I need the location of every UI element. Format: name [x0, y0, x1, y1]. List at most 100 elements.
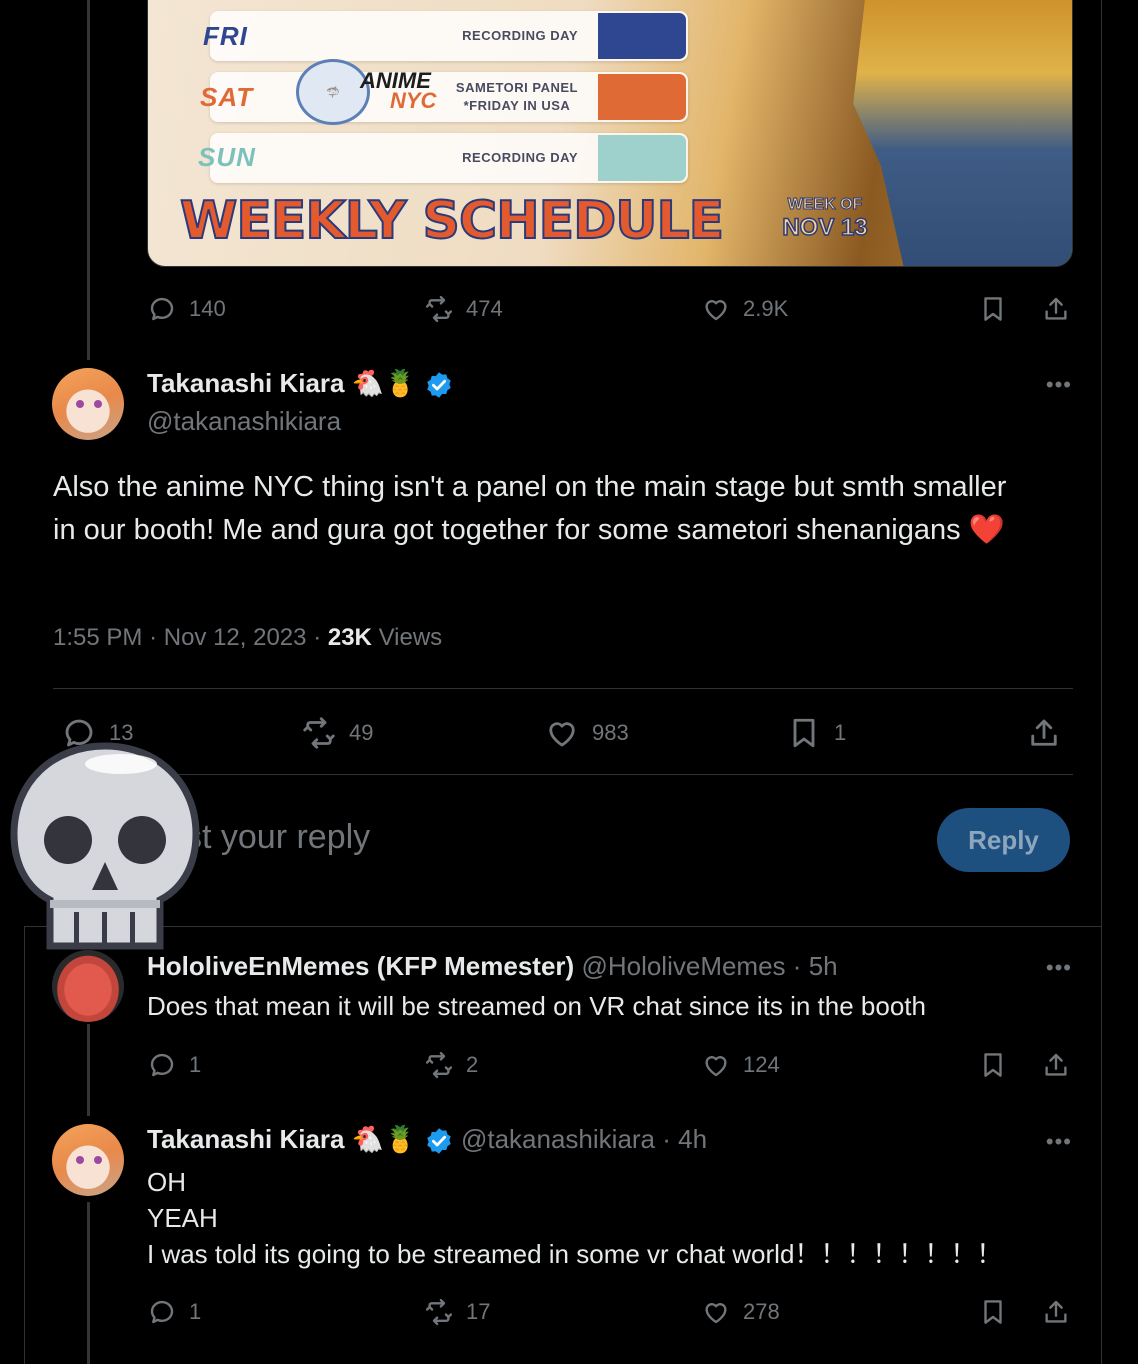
bookmark-action[interactable] [978, 1045, 1008, 1085]
thread-connector [87, 1024, 90, 1116]
schedule-row-fri: RECORDING DAY [210, 11, 688, 61]
more-options-icon[interactable]: ••• [1046, 955, 1072, 981]
reply-action[interactable]: 1 [147, 1292, 201, 1332]
column-border [24, 926, 25, 1364]
bookmark-action[interactable]: 1 [786, 713, 846, 753]
anime-nyc-logo: ANIME NYC [360, 68, 437, 113]
share-icon [1031, 719, 1057, 746]
reply-icon [150, 1053, 174, 1077]
bookmark-icon [984, 297, 1002, 321]
repost-action[interactable]: 474 [424, 289, 503, 329]
like-action[interactable]: 124 [701, 1045, 780, 1085]
tweet-stats: 13 49 983 1 [53, 708, 1073, 758]
like-count: 278 [743, 1299, 780, 1324]
day-label-fri: FRI [203, 21, 248, 51]
week-of-badge: WEEK OF NOV 13 [782, 196, 869, 242]
weekly-schedule-image[interactable]: RECORDING DAY SAMETORI PANEL *FRIDAY IN … [147, 0, 1073, 267]
repost-icon [425, 1051, 453, 1079]
schedule-note: SAMETORI PANEL [455, 80, 578, 95]
tweet-date[interactable]: Nov 12, 2023 [164, 624, 307, 651]
divider [53, 774, 1073, 775]
reply-count: 140 [189, 296, 226, 321]
share-action[interactable] [1026, 713, 1062, 753]
reply-age[interactable]: 5h [809, 951, 838, 981]
reply-count: 1 [189, 1299, 202, 1324]
verified-badge-icon [426, 1128, 451, 1154]
repost-action[interactable]: 2 [424, 1045, 478, 1085]
verified-badge-icon [426, 372, 451, 398]
author-emojis: 🐔🍍 [351, 368, 417, 398]
column-border [1101, 926, 1102, 1364]
divider [53, 688, 1073, 689]
more-options-icon[interactable]: ••• [1046, 1129, 1072, 1155]
repost-count: 49 [349, 720, 374, 745]
day-label-sun: SUN [198, 142, 256, 172]
reply-count: 1 [189, 1052, 202, 1077]
reply-action[interactable]: 140 [147, 289, 226, 329]
skull-icon [10, 742, 200, 950]
author-name-row[interactable]: Takanashi Kiara 🐔🍍 [147, 368, 454, 400]
reply-action[interactable]: 1 [147, 1045, 201, 1085]
author-name[interactable]: HololiveEnMemes (KFP Memester) [147, 951, 574, 981]
author-handle[interactable]: @HololiveMemes [581, 951, 785, 981]
bookmark-count: 1 [834, 720, 847, 745]
bookmark-icon [793, 718, 815, 748]
like-count: 983 [592, 720, 629, 745]
repost-action[interactable]: 17 [424, 1292, 490, 1332]
author-name[interactable]: Takanashi Kiara [147, 1124, 345, 1154]
like-count: 2.9K [743, 296, 789, 321]
share-action[interactable] [1041, 289, 1071, 329]
thread-connector [87, 0, 90, 360]
reply-icon [150, 297, 174, 321]
views-count: 23K [327, 624, 372, 651]
author-handle[interactable]: @takanashikiara [461, 1124, 655, 1154]
avatar[interactable] [52, 1124, 124, 1196]
schedule-swatch [598, 135, 686, 181]
reply-input[interactable]: st your reply [185, 818, 370, 857]
reply-icon [150, 1300, 174, 1324]
share-icon [1045, 297, 1067, 320]
tweet-time[interactable]: 1:55 PM [53, 624, 142, 651]
schedule-row-sat: SAMETORI PANEL *FRIDAY IN USA [210, 72, 688, 122]
heart-icon [705, 1056, 727, 1077]
schedule-note: RECORDING DAY [462, 150, 578, 165]
schedule-note: *FRIDAY IN USA [463, 98, 571, 113]
views-label: Views [378, 624, 443, 651]
more-options-icon[interactable]: ••• [1046, 372, 1072, 398]
like-count: 124 [743, 1052, 780, 1077]
avatar[interactable] [52, 950, 124, 1022]
repost-action[interactable]: 49 [301, 713, 373, 753]
share-action[interactable] [1041, 1292, 1071, 1332]
schedule-row-sun: RECORDING DAY [210, 133, 688, 183]
share-action[interactable] [1041, 1045, 1071, 1085]
bookmark-action[interactable] [978, 1292, 1008, 1332]
reply-age[interactable]: 4h [678, 1124, 707, 1154]
schedule-note: RECORDING DAY [462, 28, 578, 43]
bookmark-icon [984, 1300, 1002, 1324]
repost-icon [425, 295, 453, 323]
reply-header: HololiveEnMemes (KFP Memester) @Hololive… [147, 951, 838, 981]
repost-icon [303, 717, 335, 749]
author-emojis: 🐔🍍 [351, 1124, 417, 1154]
like-action[interactable]: 2.9K [701, 289, 788, 329]
day-label-sat: SAT [200, 82, 254, 112]
reply-text: Does that mean it will be streamed on VR… [147, 991, 926, 1021]
avatar[interactable] [52, 368, 124, 440]
repost-count: 474 [466, 296, 503, 321]
reply-button[interactable]: Reply [937, 808, 1070, 872]
repost-count: 2 [466, 1052, 479, 1077]
weekly-schedule-title: WEEKLY SCHEDULE [179, 190, 725, 252]
tweet-actions: 140 474 2.9K [147, 289, 1073, 329]
author-name[interactable]: Takanashi Kiara [147, 368, 345, 398]
bookmark-action[interactable] [978, 289, 1008, 329]
author-handle[interactable]: @takanashikiara [147, 406, 341, 437]
reply-text: OH YEAH I was told its going to be strea… [147, 1167, 1003, 1269]
tweet-actions: 1 2 124 [147, 1045, 1073, 1085]
heart-icon [549, 722, 575, 747]
repost-icon [425, 1298, 453, 1326]
like-action[interactable]: 278 [701, 1292, 780, 1332]
schedule-swatch [598, 13, 686, 59]
like-action[interactable]: 983 [544, 713, 629, 753]
gura-badge-icon: 🦈 [296, 59, 370, 125]
heart-icon [705, 1303, 727, 1324]
